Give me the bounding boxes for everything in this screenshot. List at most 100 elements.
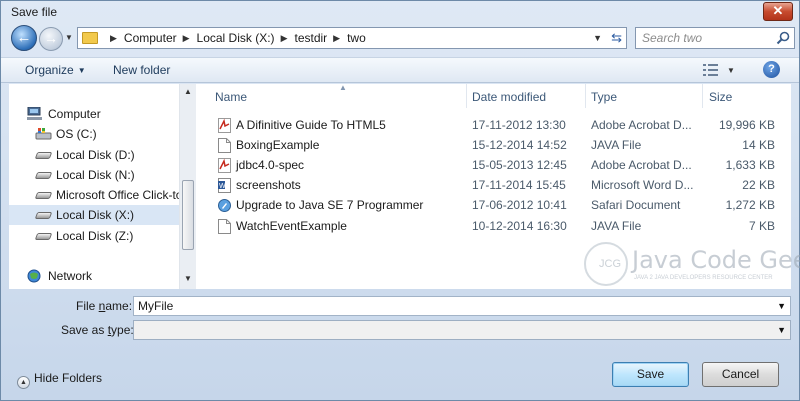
file-date: 17-11-2014 15:45 (472, 178, 566, 192)
file-icon (218, 138, 231, 153)
file-name: screenshots (236, 178, 301, 192)
help-icon[interactable]: ? (763, 61, 780, 78)
file-row[interactable]: BoxingExample 15-12-2014 14:52 JAVA File… (197, 135, 791, 155)
new-folder-button[interactable]: New folder (113, 63, 170, 77)
sidebar-item-os-c[interactable]: OS (C:) (9, 124, 179, 144)
file-size: 22 KB (742, 178, 775, 192)
sidebar-item-microsoft-office[interactable]: Microsoft Office Click-to (9, 185, 179, 205)
chevron-down-icon: ▼ (77, 66, 86, 75)
network-icon (27, 269, 41, 283)
sidebar-item-local-disk-x[interactable]: Local Disk (X:) (9, 205, 179, 225)
breadcrumb-computer[interactable]: Computer (124, 31, 177, 45)
sidebar-item-local-disk-z[interactable]: Local Disk (Z:) (9, 226, 179, 246)
scroll-up-icon[interactable]: ▲ (184, 87, 192, 96)
sidebar-item-label: Microsoft Office Click-to (56, 188, 179, 202)
hide-folders-toggle[interactable]: ▲ Hide Folders (17, 371, 102, 389)
scroll-down-icon[interactable]: ▼ (184, 274, 192, 283)
file-list: ▲ Name Date modified Type Size A Difinit… (197, 83, 800, 289)
file-size: 1,272 KB (725, 198, 775, 212)
column-header-date[interactable]: Date modified (472, 90, 546, 104)
sidebar-item-label: Local Disk (N:) (56, 168, 135, 182)
browser-area: Computer OS (C:) Local Disk (D:) Local D… (9, 83, 800, 289)
window-title: Save file (11, 5, 58, 19)
file-size: 19,996 KB (718, 118, 775, 132)
column-header-name[interactable]: Name (215, 90, 247, 104)
file-row[interactable]: A Difinitive Guide To HTML5 17-11-2012 1… (197, 115, 791, 135)
file-size: 14 KB (742, 138, 775, 152)
chevron-right-icon[interactable]: ▶ (333, 33, 340, 44)
sort-ascending-icon: ▲ (339, 83, 347, 92)
search-input[interactable]: Search two (635, 27, 795, 49)
file-row[interactable]: W screenshots 17-11-2014 15:45 Microsoft… (197, 175, 791, 195)
sidebar-item-label: OS (C:) (56, 127, 97, 141)
column-divider[interactable] (466, 84, 467, 108)
safari-icon (218, 199, 231, 212)
navigation-pane: Computer OS (C:) Local Disk (D:) Local D… (9, 84, 179, 289)
drive-icon (34, 233, 53, 240)
sidebar-item-label: Network (48, 269, 93, 283)
sidebar-item-computer[interactable]: Computer (9, 104, 179, 124)
drive-icon (34, 192, 53, 199)
cancel-button[interactable]: Cancel (702, 362, 779, 387)
organize-menu[interactable]: Organize ▼ (25, 63, 86, 77)
back-button[interactable]: ← (11, 25, 37, 51)
sidebar-item-local-disk-d[interactable]: Local Disk (D:) (9, 145, 179, 165)
sidebar-item-label: Computer (48, 107, 101, 121)
folder-icon (82, 32, 98, 44)
navigation-bar: ← → ▼ ▶ Computer ▶ Local Disk (X:) ▶ tes… (1, 25, 799, 51)
column-divider[interactable] (702, 84, 703, 108)
sidebar-item-local-disk-n[interactable]: Local Disk (N:) (9, 165, 179, 185)
file-type: Microsoft Word D... (591, 178, 694, 192)
breadcrumb-two[interactable]: two (347, 31, 366, 45)
chevron-right-icon[interactable]: ▶ (281, 33, 288, 44)
file-icon (218, 219, 231, 234)
column-header-type[interactable]: Type (591, 90, 617, 104)
file-date: 17-06-2012 10:41 (472, 198, 567, 212)
file-name-value: MyFile (138, 299, 174, 313)
recent-locations-dropdown-icon[interactable]: ▼ (65, 33, 73, 42)
close-button[interactable]: ✕ (763, 2, 793, 21)
refresh-icon[interactable]: ⇆ (611, 30, 622, 46)
column-divider[interactable] (585, 84, 586, 108)
file-row[interactable]: Upgrade to Java SE 7 Programmer 17-06-20… (197, 195, 791, 215)
scroll-thumb[interactable] (182, 180, 194, 250)
breadcrumb-testdir[interactable]: testdir (294, 31, 327, 45)
forward-button[interactable]: → (39, 27, 63, 51)
drive-icon (34, 152, 53, 159)
save-button[interactable]: Save (612, 362, 689, 387)
breadcrumb-local-disk-x[interactable]: Local Disk (X:) (197, 31, 275, 45)
address-bar[interactable]: ▶ Computer ▶ Local Disk (X:) ▶ testdir ▶… (77, 27, 627, 49)
word-icon: W (218, 178, 231, 193)
chevron-down-icon[interactable]: ▼ (777, 301, 786, 311)
file-name: jdbc4.0-spec (236, 158, 305, 172)
view-dropdown-icon[interactable]: ▼ (727, 66, 735, 75)
drive-icon (34, 212, 53, 219)
chevron-right-icon[interactable]: ▶ (183, 33, 190, 44)
computer-icon (27, 107, 42, 120)
save-file-dialog: Save file ✕ ← → ▼ ▶ Computer ▶ Local Dis… (0, 0, 800, 401)
title-bar: Save file ✕ (1, 1, 799, 23)
chevron-down-icon[interactable]: ▼ (777, 325, 786, 335)
column-header-size[interactable]: Size (709, 90, 732, 104)
navigation-scrollbar[interactable]: ▲ ▼ (179, 84, 196, 289)
file-name-field[interactable]: MyFile ▼ (133, 296, 791, 316)
sidebar-item-label: Local Disk (Z:) (56, 229, 134, 243)
svg-text:W: W (219, 183, 226, 190)
file-type: Safari Document (591, 198, 681, 212)
sidebar-item-network[interactable]: Network (9, 266, 179, 286)
sidebar-item-label: Local Disk (X:) (56, 208, 135, 222)
save-as-type-select[interactable]: ▼ (133, 320, 791, 340)
file-name: BoxingExample (236, 138, 320, 152)
chevron-right-icon[interactable]: ▶ (110, 33, 117, 44)
drive-icon (34, 172, 53, 179)
watermark-title: Java Code Geeks (632, 246, 800, 274)
view-options-icon[interactable] (703, 63, 719, 77)
address-dropdown-icon[interactable]: ▼ (593, 33, 602, 43)
file-row[interactable]: jdbc4.0-spec 15-05-2013 12:45 Adobe Acro… (197, 155, 791, 175)
search-icon[interactable] (776, 31, 790, 45)
file-size: 1,633 KB (725, 158, 775, 172)
command-toolbar: Organize ▼ New folder ▼ ? (1, 57, 799, 83)
file-date: 17-11-2012 13:30 (472, 118, 566, 132)
file-row[interactable]: WatchEventExample 10-12-2014 16:30 JAVA … (197, 216, 791, 236)
sidebar-item-label: Local Disk (D:) (56, 148, 135, 162)
